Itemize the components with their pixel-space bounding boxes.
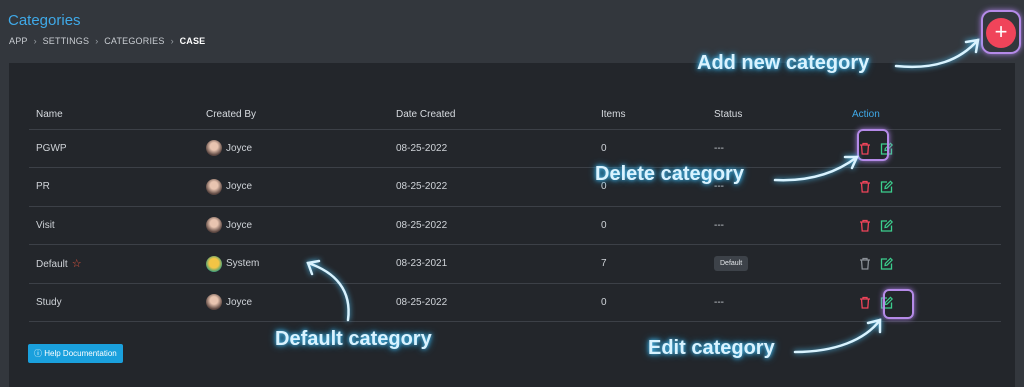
arrow-delete <box>773 155 859 182</box>
annotation-arrows <box>306 38 980 354</box>
arrow-edit <box>793 318 882 354</box>
arrow-default <box>306 261 350 322</box>
arrow-add <box>894 38 980 69</box>
